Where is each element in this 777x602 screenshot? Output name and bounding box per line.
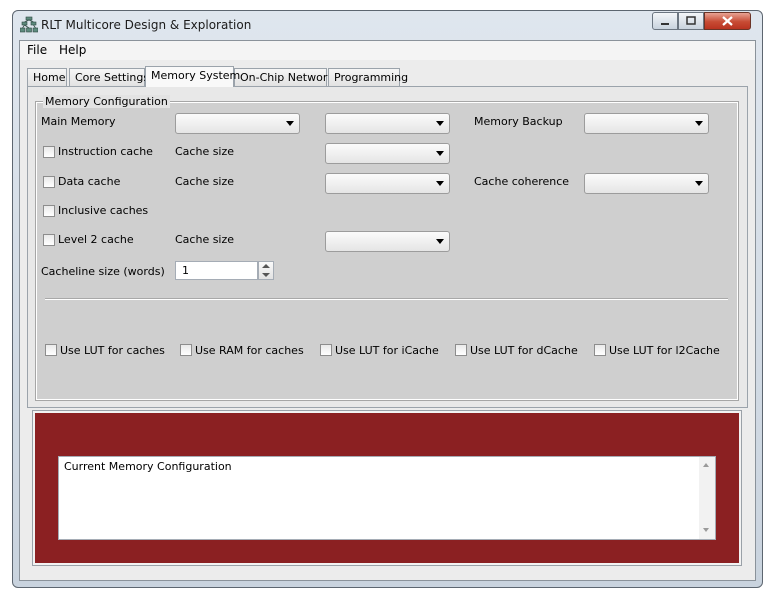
instruction-cache-label: Instruction cache [58, 145, 153, 158]
separator [45, 298, 728, 300]
memory-configuration-title: Memory Configuration [43, 95, 170, 108]
minimize-button[interactable] [652, 12, 678, 30]
use-lut-caches-checkbox[interactable] [45, 344, 57, 356]
use-lut-icache-label: Use LUT for iCache [335, 344, 439, 357]
cacheline-size-stepper[interactable] [258, 261, 274, 280]
chevron-down-icon [695, 121, 703, 126]
dcache-size-select[interactable] [325, 173, 450, 194]
chevron-down-icon [436, 151, 444, 156]
chevron-down-icon [436, 239, 444, 244]
use-lut-l2cache-checkbox[interactable] [594, 344, 606, 356]
minimize-icon [661, 23, 669, 25]
chevron-down-icon [436, 121, 444, 126]
use-ram-caches-label: Use RAM for caches [195, 344, 304, 357]
cache-coherence-select[interactable] [584, 173, 709, 194]
memory-backup-label: Memory Backup [474, 115, 563, 128]
data-cache-label: Data cache [58, 175, 121, 188]
main-memory-type-select[interactable] [175, 113, 300, 134]
l2cache-size-label: Cache size [175, 233, 235, 246]
icache-size-label: Cache size [175, 145, 235, 158]
window-title: RLT Multicore Design & Exploration [41, 18, 252, 32]
scroll-down-icon[interactable] [703, 528, 709, 532]
use-lut-l2cache-label: Use LUT for l2Cache [609, 344, 720, 357]
window-controls [652, 12, 752, 32]
status-bar [20, 567, 755, 580]
chevron-down-icon [436, 181, 444, 186]
close-icon [722, 16, 733, 26]
icache-size-select[interactable] [325, 143, 450, 164]
chevron-up-icon[interactable] [262, 264, 270, 268]
menu-file[interactable]: File [27, 43, 47, 57]
memory-configuration-output[interactable]: Current Memory Configuration [58, 456, 716, 540]
l2cache-size-select[interactable] [325, 231, 450, 252]
inclusive-caches-label: Inclusive caches [58, 204, 149, 217]
tab-programming[interactable]: Programming [328, 68, 408, 86]
main-memory-label: Main Memory [41, 115, 116, 128]
use-ram-caches-checkbox[interactable] [180, 344, 192, 356]
cacheline-size-label: Cacheline size (words) [41, 265, 165, 278]
tab-on-chip-network[interactable]: On-Chip Network [234, 68, 334, 86]
cache-coherence-label: Cache coherence [474, 175, 570, 188]
memory-backup-select[interactable] [584, 113, 709, 134]
menu-bar [20, 41, 755, 60]
tab-core-settings[interactable]: Core Settings [69, 68, 149, 86]
level2-cache-label: Level 2 cache [58, 233, 134, 246]
output-scrollbar[interactable] [699, 457, 715, 539]
close-button[interactable] [704, 12, 751, 30]
inclusive-caches-checkbox[interactable] [43, 205, 55, 217]
menu-help[interactable]: Help [59, 43, 86, 57]
chevron-down-icon [695, 181, 703, 186]
app-icon [20, 16, 38, 33]
cacheline-size-input[interactable]: 1 [175, 261, 258, 280]
chevron-down-icon [286, 121, 294, 126]
chevron-down-icon[interactable] [262, 273, 270, 277]
dcache-size-label: Cache size [175, 175, 235, 188]
use-lut-caches-label: Use LUT for caches [60, 344, 165, 357]
use-lut-dcache-label: Use LUT for dCache [470, 344, 578, 357]
maximize-button[interactable] [678, 12, 704, 30]
tab-home[interactable]: Home [27, 68, 67, 86]
use-lut-icache-checkbox[interactable] [320, 344, 332, 356]
instruction-cache-checkbox[interactable] [43, 146, 55, 158]
tab-memory-system[interactable]: Memory System [145, 66, 240, 87]
data-cache-checkbox[interactable] [43, 176, 55, 188]
level2-cache-checkbox[interactable] [43, 234, 55, 246]
use-lut-dcache-checkbox[interactable] [455, 344, 467, 356]
scroll-up-icon[interactable] [703, 463, 709, 467]
maximize-icon [686, 16, 696, 25]
main-memory-size-select[interactable] [325, 113, 450, 134]
